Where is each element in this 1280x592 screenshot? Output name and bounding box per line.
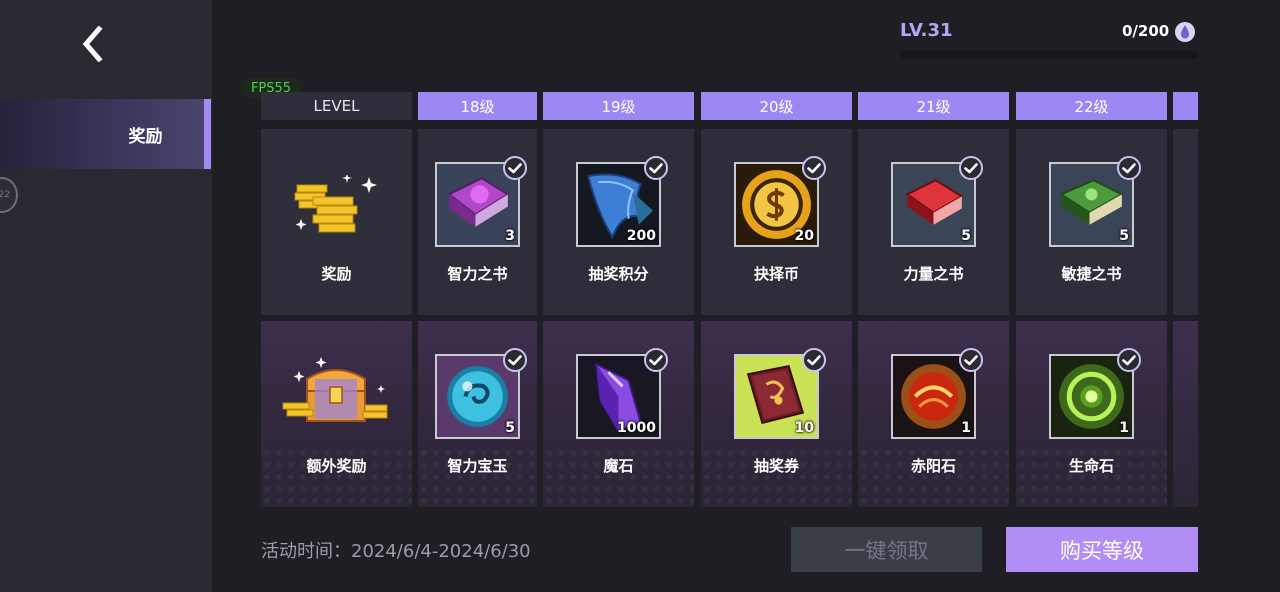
reward-cell[interactable]: 1 生命石	[1016, 321, 1167, 507]
level-header: LEVEL	[261, 92, 412, 120]
gold-coins-icon	[294, 175, 377, 233]
reward-name: 抽奖券	[753, 457, 799, 475]
reward-name: 抽奖积分	[588, 265, 649, 283]
reward-count: 5	[961, 228, 971, 244]
claimed-check-icon	[643, 155, 669, 181]
exp-counter: 0/200	[1122, 22, 1170, 40]
level-column-header: 22级	[1016, 92, 1167, 120]
claimed-check-icon	[958, 155, 984, 181]
reward-name: 生命石	[1068, 457, 1114, 475]
reward-grid: LEVEL 奖励 额外奖励 18级 19级 20级 21级 22级 3 智力之书…	[261, 92, 1198, 507]
side-badge-number: 22	[0, 190, 10, 200]
claimed-check-icon	[643, 347, 669, 373]
claimed-check-icon	[801, 347, 827, 373]
claimed-check-icon	[801, 155, 827, 181]
left-panel	[0, 0, 212, 592]
claimed-check-icon	[502, 155, 528, 181]
reward-name: 力量之书	[903, 265, 964, 283]
reward-name: 抉择币	[753, 265, 799, 283]
next-extra-reward-peek	[1173, 321, 1198, 507]
buy-level-button[interactable]: 购买等级	[1006, 527, 1198, 572]
chevron-left-icon	[82, 26, 103, 62]
reward-count: 1	[961, 420, 971, 436]
reward-cell[interactable]: 5 敏捷之书	[1016, 129, 1167, 315]
reward-cell[interactable]: 5 智力宝玉	[418, 321, 537, 507]
claimed-check-icon	[958, 347, 984, 373]
level-column-header: 19级	[543, 92, 694, 120]
treasure-chest-icon	[282, 357, 388, 422]
reward-cell[interactable]: 10 抽奖券	[701, 321, 852, 507]
level-column-header: 20级	[701, 92, 852, 120]
tab-rewards-label: 奖励	[128, 126, 163, 147]
player-level: LV.31	[900, 20, 953, 41]
reward-cell[interactable]: 5 力量之书	[858, 129, 1009, 315]
reward-name: 智力宝玉	[447, 457, 508, 475]
claimed-check-icon	[1116, 155, 1142, 181]
claim-all-button[interactable]: 一键领取	[791, 527, 982, 572]
reward-count: 5	[1119, 228, 1129, 244]
exp-progress-bar	[899, 51, 1198, 59]
reward-count: 1	[1119, 420, 1129, 436]
reward-cell[interactable]: 3 智力之书	[418, 129, 537, 315]
reward-count: 200	[626, 228, 656, 244]
reward-count: 3	[505, 228, 515, 244]
claimed-check-icon	[1116, 347, 1142, 373]
reward-name: 魔石	[603, 457, 634, 475]
back-button[interactable]	[74, 22, 110, 66]
level-column-header: 21级	[858, 92, 1009, 120]
row-label-rewards: 奖励	[261, 129, 412, 315]
next-reward-peek	[1173, 129, 1198, 315]
reward-count: 10	[794, 420, 814, 436]
reward-cell[interactable]: 200 抽奖积分	[543, 129, 694, 315]
reward-name: 敏捷之书	[1061, 265, 1122, 283]
tab-rewards[interactable]: 奖励	[0, 99, 211, 169]
reward-cell[interactable]: 20 抉择币	[701, 129, 852, 315]
event-period: 活动时间：2024/6/4-2024/6/30	[261, 541, 531, 562]
water-drop-icon	[1175, 22, 1195, 42]
reward-cell[interactable]: 1 赤阳石	[858, 321, 1009, 507]
row-label-text: 额外奖励	[306, 457, 367, 475]
reward-name: 智力之书	[447, 265, 508, 283]
claimed-check-icon	[502, 347, 528, 373]
reward-count: 5	[505, 420, 515, 436]
row-label-extra-rewards: 额外奖励	[261, 321, 412, 507]
row-label-text: 奖励	[321, 265, 352, 283]
reward-count: 20	[794, 228, 814, 244]
reward-count: 1000	[617, 420, 656, 436]
reward-cell[interactable]: 1000 魔石	[543, 321, 694, 507]
level-column-header: 18级	[418, 92, 537, 120]
reward-name: 赤阳石	[910, 457, 956, 475]
next-level-header-peek	[1173, 92, 1198, 120]
